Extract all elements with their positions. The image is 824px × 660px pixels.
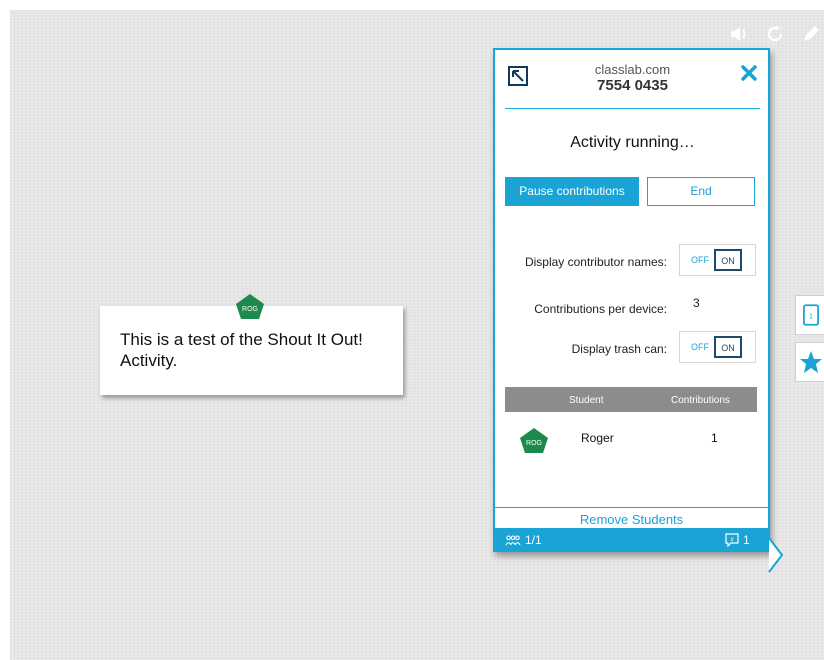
column-header-student: Student <box>569 395 604 406</box>
activity-panel: classlab.com 7554 0435 Activity running…… <box>493 48 770 552</box>
workspace-canvas[interactable]: This is a test of the Shout It Out! Acti… <box>10 10 824 660</box>
toggle-off-option[interactable]: OFF <box>686 255 714 265</box>
session-domain: classlab.com <box>594 62 671 77</box>
volume-icon[interactable] <box>728 23 750 45</box>
contributions-per-device-value[interactable]: 3 <box>693 296 700 310</box>
participants-count: 1/1 <box>505 533 542 547</box>
toggle-off-option[interactable]: OFF <box>686 342 714 352</box>
display-names-label: Display contributor names: <box>524 255 667 269</box>
star-tool-button[interactable] <box>795 342 824 382</box>
panel-pointer-arrow <box>768 537 784 573</box>
note-badge-label: ROG <box>242 306 258 313</box>
close-icon[interactable] <box>738 62 760 84</box>
students-table-header: Student Contributions <box>505 387 757 412</box>
refresh-icon[interactable] <box>764 23 786 45</box>
panel-footer: 1/1 # 1 <box>495 528 768 552</box>
student-badge: ROG <box>519 427 549 454</box>
contributor-badge: ROG <box>235 293 265 320</box>
end-button[interactable]: End <box>647 177 755 206</box>
people-icon <box>505 535 521 545</box>
note-text: This is a test of the Shout It Out! Acti… <box>120 330 363 370</box>
message-icon: # <box>725 533 739 547</box>
star-icon <box>800 351 822 373</box>
remove-students-button[interactable]: Remove Students <box>495 512 768 527</box>
contributions-per-device-label: Contributions per device: <box>534 302 667 316</box>
student-name[interactable]: Roger <box>581 431 614 445</box>
header-divider <box>505 108 760 109</box>
display-trash-toggle[interactable]: OFF ON <box>679 331 756 363</box>
pencil-icon[interactable] <box>800 23 822 45</box>
activity-status: Activity running… <box>570 134 695 151</box>
contributions-total-value: 1 <box>743 533 750 547</box>
toggle-on-option[interactable]: ON <box>714 336 742 358</box>
footer-divider <box>495 507 768 508</box>
display-trash-label: Display trash can: <box>571 342 667 356</box>
device-tool-label: 1 <box>809 313 813 321</box>
device-tool-button[interactable]: 1 <box>795 295 824 335</box>
participants-value: 1/1 <box>525 533 542 547</box>
session-code: 7554 0435 <box>597 77 668 94</box>
column-header-contributions: Contributions <box>671 395 730 406</box>
display-names-toggle[interactable]: OFF ON <box>679 244 756 276</box>
contributions-total: # 1 <box>725 533 750 547</box>
pause-contributions-button[interactable]: Pause contributions <box>505 177 639 206</box>
student-badge-label: ROG <box>526 440 542 447</box>
toggle-on-option[interactable]: ON <box>714 249 742 271</box>
student-contribution-count: 1 <box>711 431 718 445</box>
